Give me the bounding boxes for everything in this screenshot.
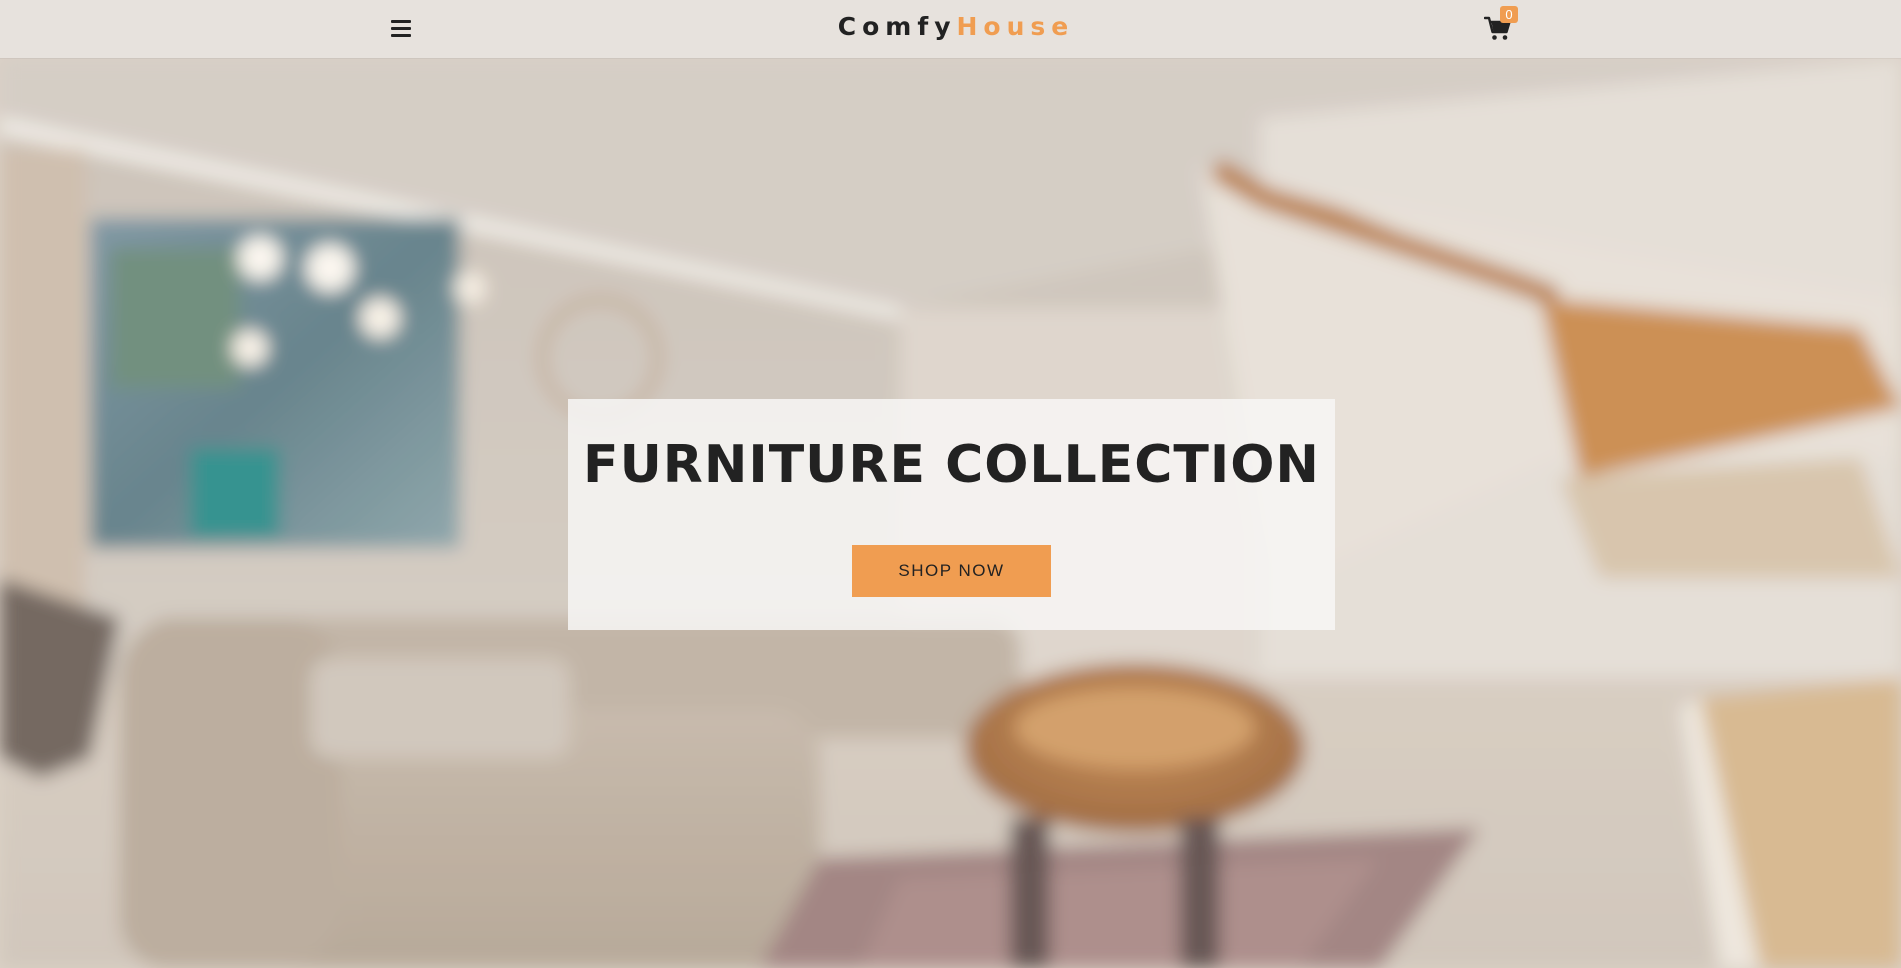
- shop-now-button[interactable]: SHOP NOW: [852, 545, 1051, 597]
- site-logo[interactable]: ComfyHouse: [388, 11, 1524, 43]
- navbar-inner: ComfyHouse 0: [388, 0, 1524, 58]
- logo-text-primary: Comfy: [837, 12, 957, 41]
- hero-banner: FURNITURE COLLECTION SHOP NOW: [568, 399, 1335, 630]
- navbar: ComfyHouse 0: [0, 0, 1901, 58]
- hero-title: FURNITURE COLLECTION: [583, 435, 1320, 495]
- cart-count-badge: 0: [1500, 6, 1518, 23]
- hero-section: FURNITURE COLLECTION SHOP NOW: [0, 58, 1901, 968]
- logo-text-accent: House: [956, 12, 1075, 41]
- cart-button[interactable]: 0: [1484, 6, 1524, 46]
